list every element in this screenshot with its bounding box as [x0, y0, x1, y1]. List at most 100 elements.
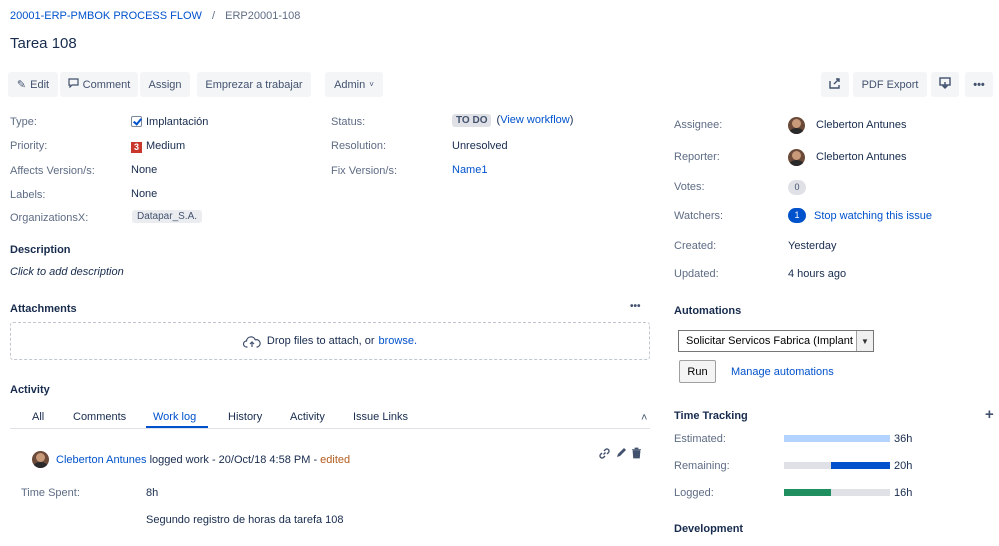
time-tracking-heading: Time Tracking: [674, 410, 748, 422]
watchers-count[interactable]: 1: [788, 208, 806, 223]
link-icon[interactable]: [598, 447, 611, 463]
tabs-divider: [10, 428, 650, 429]
dropzone-text: Drop files to attach, or: [266, 335, 375, 347]
priority-label: Priority:: [10, 140, 48, 152]
estimated-label: Estimated:: [674, 433, 726, 445]
estimated-bar-fill: [784, 435, 890, 442]
fix-version-link[interactable]: Name1: [452, 164, 487, 176]
automation-selected-value: Solicitar Servicos Fabrica (Implant: [686, 335, 853, 347]
checkbox-type-icon: [131, 116, 142, 127]
remaining-bar: [784, 462, 890, 469]
breadcrumb-issue-link[interactable]: ERP20001-108: [225, 10, 300, 22]
remaining-bar-fill: [831, 462, 890, 469]
affects-version-label: Affects Version/s:: [10, 165, 95, 177]
cloud-upload-icon: [242, 335, 261, 348]
logged-label: Logged:: [674, 487, 714, 499]
run-automation-button[interactable]: Run: [679, 360, 716, 383]
status-label: Status:: [331, 116, 366, 128]
description-field[interactable]: Click to add description: [10, 266, 124, 278]
tab-all[interactable]: All: [32, 411, 44, 423]
worklog-edited-label: edited: [320, 454, 351, 466]
type-label: Type:: [10, 116, 37, 128]
type-value[interactable]: Implantación: [131, 116, 208, 128]
labels-label: Labels:: [10, 189, 46, 201]
share-button[interactable]: [821, 72, 849, 97]
add-time-icon[interactable]: +: [985, 406, 994, 423]
organizations-label: OrganizationsX:: [10, 212, 89, 224]
development-heading: Development: [674, 523, 744, 535]
time-spent-value: 8h: [146, 487, 159, 499]
tab-comments[interactable]: Comments: [73, 411, 126, 423]
reporter-name[interactable]: Cleberton Antunes: [816, 151, 907, 163]
logged-bar-fill: [784, 489, 832, 496]
edit-button[interactable]: ✎ Edit: [8, 72, 58, 97]
chevron-down-icon: ▼: [856, 331, 873, 351]
collapse-tabs-icon[interactable]: ˄: [641, 412, 647, 424]
breadcrumb: 20001-ERP-PMBOK PROCESS FLOW / ERP20001-…: [10, 10, 300, 22]
remaining-label: Remaining:: [674, 460, 730, 472]
status-value: TO DO (View workflow): [452, 114, 573, 127]
download-button[interactable]: [931, 72, 959, 97]
automation-select[interactable]: Solicitar Servicos Fabrica (Implant ▼: [678, 330, 874, 352]
download-icon: [939, 77, 951, 92]
priority-value[interactable]: 3 Medium: [131, 140, 185, 153]
tab-history[interactable]: History: [228, 411, 262, 423]
pdf-export-button[interactable]: PDF Export: [853, 72, 927, 97]
assignee-avatar[interactable]: [788, 117, 805, 134]
admin-dropdown[interactable]: Admin ˅: [325, 72, 383, 97]
labels-value[interactable]: None: [131, 188, 157, 200]
priority-icon: 3: [131, 142, 142, 153]
time-spent-label: Time Spent:: [21, 487, 80, 499]
updated-value: 4 hours ago: [788, 268, 847, 280]
comment-button[interactable]: Comment: [60, 72, 138, 97]
stop-watching-link[interactable]: Stop watching this issue: [814, 210, 932, 222]
worklog-author-avatar[interactable]: [32, 451, 49, 468]
browse-link[interactable]: browse.: [379, 335, 418, 347]
worklog-actions: [598, 447, 642, 463]
assignee-label: Assignee:: [674, 119, 723, 131]
page-title[interactable]: Tarea 108: [10, 35, 77, 52]
worklog-entry-header: Cleberton Antunes logged work - 20/Oct/1…: [56, 454, 350, 466]
votes-count[interactable]: 0: [788, 180, 806, 195]
assignee-name[interactable]: Cleberton Antunes: [816, 119, 907, 131]
reporter-avatar[interactable]: [788, 149, 805, 166]
share-icon: [829, 77, 841, 92]
delete-worklog-icon[interactable]: [631, 447, 642, 463]
start-work-button[interactable]: Emprezar a trabajar: [197, 72, 311, 97]
more-actions-button[interactable]: •••: [965, 72, 993, 97]
breadcrumb-separator: /: [212, 10, 216, 22]
reporter-label: Reporter:: [674, 151, 720, 163]
watchers-label: Watchers:: [674, 210, 724, 222]
updated-label: Updated:: [674, 268, 719, 280]
attachments-more-button[interactable]: •••: [630, 301, 641, 312]
resolution-label: Resolution:: [331, 140, 387, 152]
resolution-value: Unresolved: [452, 140, 508, 152]
description-heading: Description: [10, 244, 71, 256]
created-label: Created:: [674, 240, 717, 252]
view-workflow-link[interactable]: View workflow: [500, 114, 570, 126]
logged-value: 16h: [894, 487, 913, 499]
tab-work-log[interactable]: Work log: [153, 411, 196, 423]
organization-chip[interactable]: Datapar_S.A.: [132, 210, 203, 223]
automations-heading: Automations: [674, 305, 742, 317]
estimated-bar: [784, 435, 890, 442]
logged-bar: [784, 489, 890, 496]
votes-label: Votes:: [674, 181, 705, 193]
tab-issue-links[interactable]: Issue Links: [353, 411, 408, 423]
affects-version-value[interactable]: None: [131, 164, 157, 176]
activity-heading: Activity: [10, 384, 50, 396]
worklog-action-text: logged work - 20/Oct/18 4:58 PM -: [149, 454, 318, 466]
attachment-dropzone[interactable]: Drop files to attach, or browse.: [10, 322, 650, 360]
edit-worklog-icon[interactable]: [615, 447, 627, 463]
manage-automations-link[interactable]: Manage automations: [731, 366, 834, 378]
created-value: Yesterday: [788, 240, 837, 252]
remaining-value: 20h: [894, 460, 913, 472]
tab-activity[interactable]: Activity: [290, 411, 325, 423]
chevron-down-icon: ˅: [369, 80, 374, 89]
worklog-comment: Segundo registro de horas da tarefa 108: [146, 514, 344, 526]
status-lozenge: TO DO: [452, 114, 492, 127]
breadcrumb-project-link[interactable]: 20001-ERP-PMBOK PROCESS FLOW: [10, 10, 202, 22]
assign-button[interactable]: Assign: [140, 72, 190, 97]
comment-icon: [68, 78, 79, 91]
worklog-author-link[interactable]: Cleberton Antunes: [56, 454, 147, 466]
